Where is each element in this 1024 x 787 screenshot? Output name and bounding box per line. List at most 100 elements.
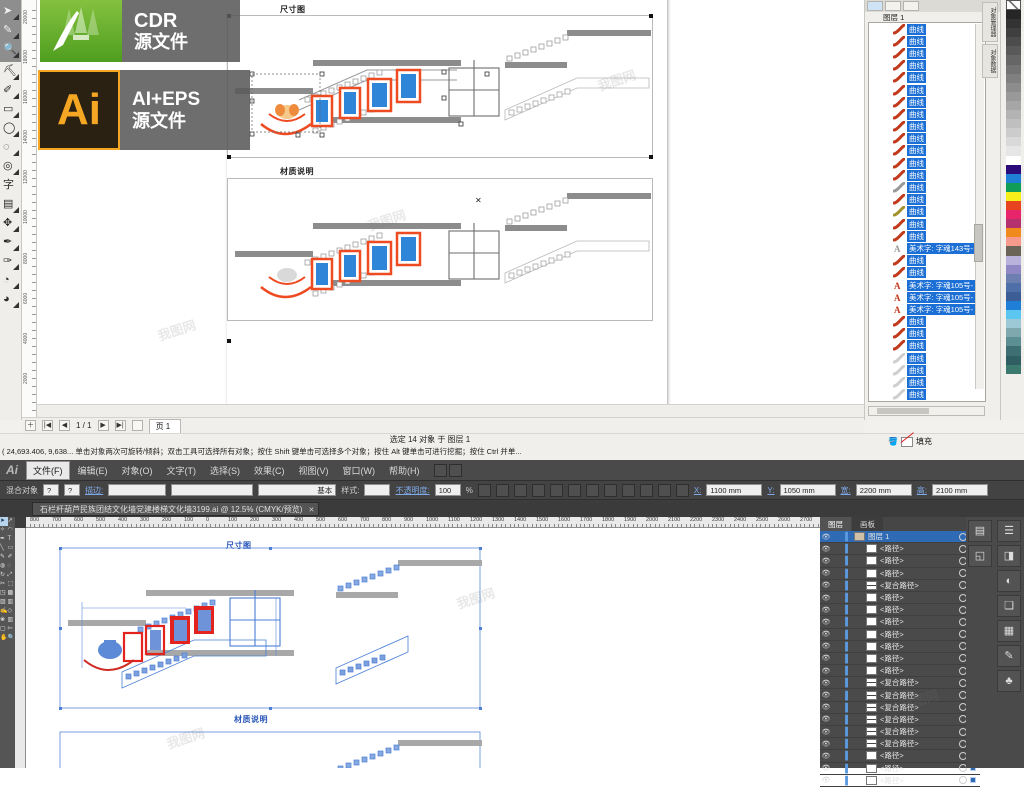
direct-selection-tool[interactable]: ↗: [8, 517, 16, 526]
freehand-tool[interactable]: ✐: [0, 81, 20, 100]
page-add-icon[interactable]: ＋: [25, 420, 36, 431]
object-manager-row[interactable]: 曲线: [869, 400, 985, 401]
layer-select-square[interactable]: [970, 777, 976, 784]
line-tool[interactable]: ╲: [0, 544, 8, 553]
palette-color-swatch[interactable]: [1006, 55, 1021, 65]
artboard-tool[interactable]: ▢: [0, 625, 8, 634]
ellipse-tool[interactable]: ◯: [0, 119, 20, 138]
object-manager-hscroll-thumb[interactable]: [877, 408, 929, 414]
palette-color-swatch[interactable]: [1006, 37, 1021, 47]
object-manager-row[interactable]: A 美术字: 字魂105号-: [869, 279, 985, 291]
eyedropper-tool[interactable]: ✒: [0, 233, 20, 252]
object-manager-row[interactable]: 曲线: [869, 144, 985, 157]
palette-color-swatch[interactable]: [1006, 10, 1021, 20]
palette-color-swatch[interactable]: [1006, 91, 1021, 101]
gradient-icon[interactable]: ◨: [997, 545, 1021, 567]
gradient-tool[interactable]: ▨: [0, 598, 8, 607]
color-none-swatch[interactable]: [1006, 0, 1021, 10]
eye-icon[interactable]: 👁: [820, 728, 832, 736]
x-input[interactable]: 1100 mm: [706, 484, 763, 496]
layer-row[interactable]: 👁 ▌ <复合路径>: [820, 580, 980, 592]
object-manager-row[interactable]: 曲线: [869, 132, 985, 145]
palette-color-swatch[interactable]: [1006, 282, 1021, 292]
palette-color-swatch[interactable]: [1006, 28, 1021, 38]
eyedropper-tool[interactable]: ✍: [0, 607, 8, 616]
eye-icon[interactable]: 👁: [820, 703, 832, 711]
symbols-icon[interactable]: ♣: [997, 670, 1021, 692]
palette-color-swatch[interactable]: [1006, 128, 1021, 138]
transparency-icon[interactable]: ◐: [997, 570, 1021, 592]
palette-color-swatch[interactable]: [1006, 328, 1021, 338]
outline-tool[interactable]: ✑: [0, 252, 20, 271]
object-manager-row[interactable]: 曲线: [869, 266, 985, 279]
object-manager-row[interactable]: 曲线: [869, 84, 985, 96]
layer-row[interactable]: 👁 ▌ <复合路径>: [820, 702, 980, 714]
object-manager-list[interactable]: 曲线 曲线 曲线 曲线 曲线 曲线 曲线 曲线 曲线 曲线 曲线 曲线 曲线 曲线 曲线 曲线 曲线 曲线 A 美术字…: [868, 22, 986, 402]
palette-color-swatch[interactable]: [1006, 164, 1021, 174]
menu-window[interactable]: 窗口(W): [337, 462, 382, 479]
eye-icon[interactable]: 👁: [820, 654, 832, 662]
menu-select[interactable]: 选择(S): [204, 462, 246, 479]
menu-view[interactable]: 视图(V): [293, 462, 335, 479]
illustrator-toolbox[interactable]: ➤ ↗ ✧ ◠ ✒ T ╲ ▭ ✎ ✐ ◍ ◌ ↻ ⤢ ✂ ⬚ ◳ ▩ ▨ ▥ ✍ ◇ ❀ ▥ ▢ ✄ ✋ 🔍: [0, 517, 15, 768]
align-middle-icon[interactable]: [603, 483, 617, 497]
layer-row[interactable]: 👁 ▌ <路径>: [820, 641, 980, 653]
eye-icon[interactable]: 👁: [820, 606, 832, 614]
object-manager-row[interactable]: 曲线: [869, 364, 985, 376]
layer-row[interactable]: 👁 ▌ <路径>: [820, 629, 980, 641]
palette-color-swatch[interactable]: [1006, 310, 1021, 320]
menu-lines-icon[interactable]: ☰: [997, 520, 1021, 542]
shape-builder-tool[interactable]: ⬚: [8, 580, 16, 589]
layer-row[interactable]: 👁 ▌ <路径>: [820, 568, 980, 580]
layer-row[interactable]: 👁 ▌ <复合路径>: [820, 726, 980, 739]
palette-color-swatch[interactable]: [1006, 200, 1021, 211]
illustrator-panel-dock[interactable]: 图层 画板 👁 ▌ 图层 1 👁 ▌ <路径> 👁 ▌ <路径> 👁 ▌ <路径> 👁 ▌ <复合路径> 👁 ▌…: [820, 517, 1024, 787]
type-tool[interactable]: T: [8, 535, 16, 544]
docker-tab-strip[interactable]: [865, 0, 1000, 12]
toolbox-group-top[interactable]: ➤ ✎ 🔍: [0, 0, 21, 62]
zoom-tool[interactable]: 🔍: [8, 634, 16, 643]
interactive-fill-tool[interactable]: ◕: [0, 290, 20, 309]
symbol-sprayer-tool[interactable]: ❀: [0, 616, 8, 625]
eye-icon[interactable]: 👁: [820, 569, 832, 577]
eraser-tool[interactable]: ◌: [8, 562, 16, 571]
status-fill-indicator[interactable]: 🪣 填充: [888, 436, 932, 447]
brush-definition-select[interactable]: 基本: [258, 484, 337, 496]
illustrator-canvas[interactable]: 尺寸图 材质说明 我图网 我图网: [26, 528, 820, 768]
eye-icon[interactable]: 👁: [820, 642, 832, 650]
palette-color-swatch[interactable]: [1006, 119, 1021, 129]
layer-target-circle[interactable]: [959, 776, 967, 785]
illustrator-document-tabbar[interactable]: 石栏杆葫芦民族团结文化墙党建楼梯文化墙3199.ai @ 12.5% (CMYK…: [0, 501, 1024, 517]
layer-row[interactable]: 👁 ▌ <路径>: [820, 555, 980, 568]
rectangle-tool[interactable]: ▭: [8, 544, 16, 553]
tab-layers[interactable]: 图层: [820, 517, 851, 531]
stroke-weight-label[interactable]: 描边:: [85, 485, 103, 496]
layers-panel-list[interactable]: 👁 ▌ 图层 1 👁 ▌ <路径> 👁 ▌ <路径> 👁 ▌ <路径> 👁 ▌ <复合路径> 👁 ▌ <路径> 👁 ▌…: [820, 531, 980, 787]
object-manager-row[interactable]: 曲线: [869, 327, 985, 340]
align-right-icon[interactable]: [567, 483, 581, 497]
coreldraw-toolbox[interactable]: ➤ ✎ 🔍 ⛏ ✐ ▭ ◯ ◌ ◎ 字 ▤ ✥ ✒ ✑ ◔ ◕: [0, 0, 22, 420]
eye-icon[interactable]: 👁: [820, 618, 832, 626]
align-center-icon[interactable]: [549, 483, 563, 497]
eye-icon[interactable]: 👁: [820, 667, 832, 675]
docker-tab-properties[interactable]: [903, 1, 919, 11]
layer-row[interactable]: 👁 ▌ <复合路径>: [820, 689, 980, 702]
align-top-icon[interactable]: [585, 483, 599, 497]
palette-color-swatch[interactable]: [1006, 364, 1021, 374]
object-manager-row[interactable]: 曲线: [869, 169, 985, 181]
magic-wand-icon[interactable]: [477, 483, 491, 497]
menu-help[interactable]: 帮助(H): [383, 462, 426, 479]
scale-tool[interactable]: ⤢: [8, 571, 16, 580]
lasso-tool[interactable]: ◠: [8, 526, 16, 535]
object-manager-row[interactable]: A 美术字: 字魂143号-: [869, 242, 985, 254]
object-manager-row[interactable]: 曲线: [869, 96, 985, 108]
palette-color-swatch[interactable]: [1006, 246, 1021, 256]
dimension-tool[interactable]: ✥: [0, 214, 20, 233]
opacity-input[interactable]: 100: [434, 484, 461, 496]
palette-color-swatch[interactable]: [1006, 173, 1021, 183]
palette-color-swatch[interactable]: [1006, 291, 1021, 301]
swatches-icon[interactable]: ▦: [997, 620, 1021, 642]
menu-effect[interactable]: 效果(C): [248, 462, 291, 479]
y-input[interactable]: 1050 mm: [779, 484, 836, 496]
menu-type[interactable]: 文字(T): [161, 462, 203, 479]
